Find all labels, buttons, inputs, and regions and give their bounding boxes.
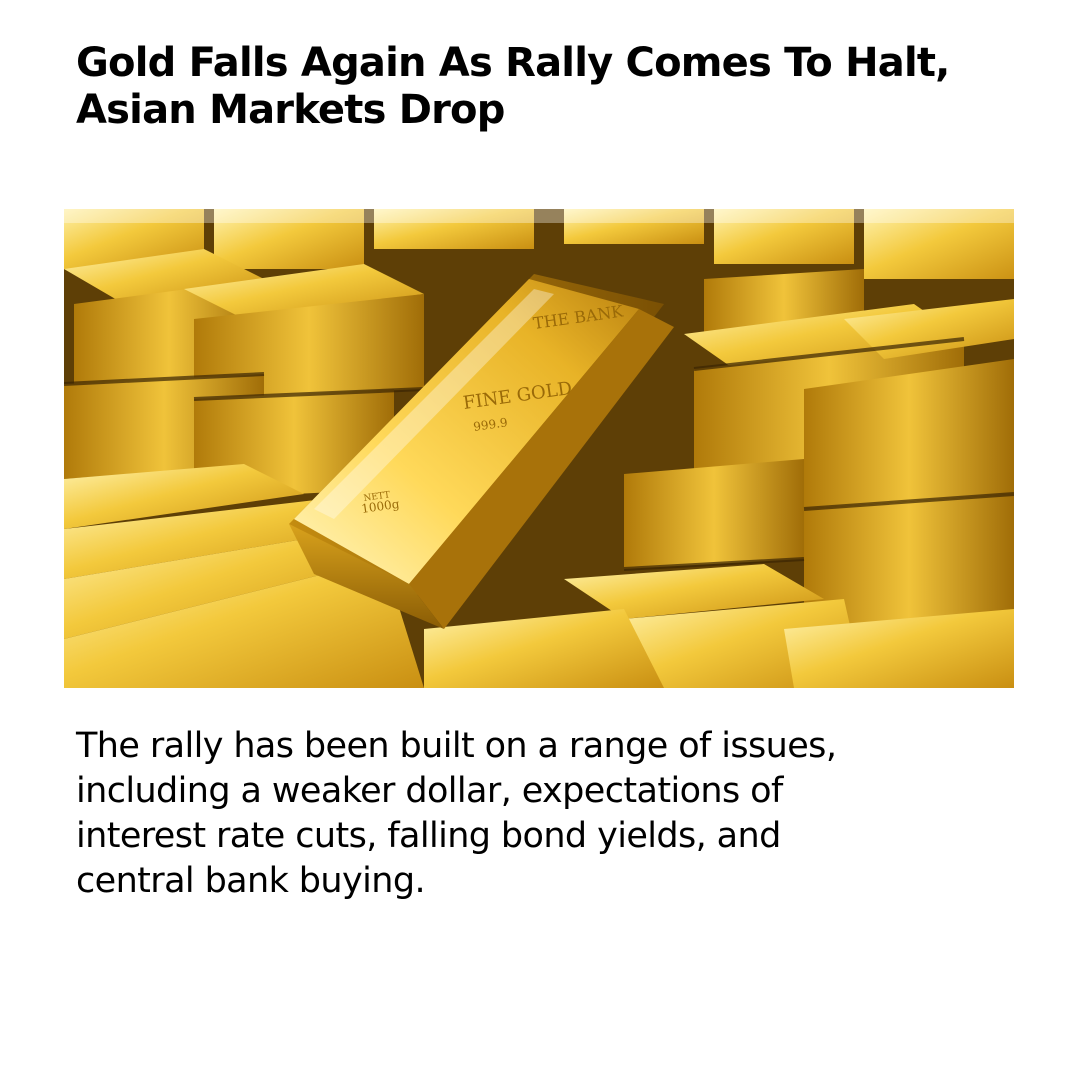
headline-line-2: Asian Markets Drop [76, 87, 505, 133]
summary-line-4: central bank buying. [76, 861, 426, 901]
gold-bars-illustration: THE BANK FINE GOLD 999.9 NETT 1000g [64, 209, 1014, 688]
summary-line-3: interest rate cuts, falling bond yields,… [76, 816, 781, 856]
headline: Gold Falls Again As Rally Comes To Halt,… [76, 40, 1036, 134]
headline-line-1: Gold Falls Again As Rally Comes To Halt, [76, 40, 950, 86]
summary-line-2: including a weaker dollar, expectations … [76, 771, 783, 811]
article-summary: The rally has been built on a range of i… [76, 724, 1036, 904]
gold-bars-image: THE BANK FINE GOLD 999.9 NETT 1000g [64, 209, 1014, 688]
summary-line-1: The rally has been built on a range of i… [76, 726, 837, 766]
